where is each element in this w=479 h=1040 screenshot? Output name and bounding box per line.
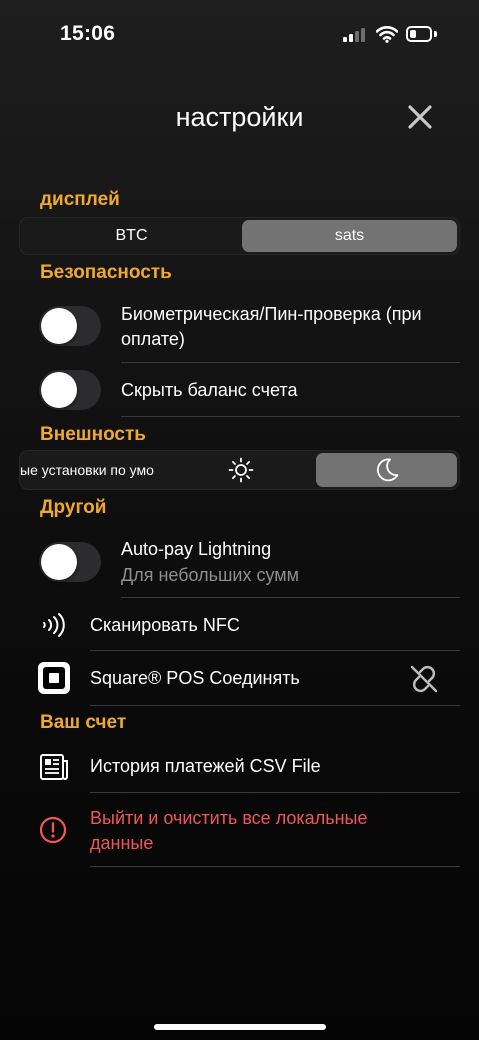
unit-segmented-control: BTC sats: [19, 217, 460, 255]
cellular-signal-icon: [343, 27, 367, 42]
divider: [90, 792, 460, 793]
biometric-label: Биометрическая/Пин-проверка (при оплате): [121, 304, 422, 349]
divider: [121, 597, 460, 598]
scan-nfc-button[interactable]: Сканировать NFC: [90, 613, 240, 638]
section-title-display: дисплей: [40, 189, 120, 210]
appearance-option-system[interactable]: ые установки по умо: [20, 453, 168, 487]
divider: [121, 416, 460, 417]
unlinked-icon[interactable]: [408, 664, 440, 694]
appearance-option-dark[interactable]: [316, 453, 457, 487]
battery-cap: [434, 31, 437, 37]
biometric-toggle[interactable]: [39, 306, 101, 346]
sun-icon: [228, 457, 254, 483]
autopay-toggle[interactable]: [39, 542, 101, 582]
wifi-icon: [376, 26, 398, 43]
section-title-security: Безопасность: [40, 262, 172, 283]
divider: [90, 650, 460, 651]
payment-history-csv-button[interactable]: История платежей CSV File: [90, 754, 321, 779]
toggle-knob: [41, 372, 77, 408]
hide-balance-label: Скрыть баланс счета: [121, 380, 298, 400]
close-icon[interactable]: [404, 101, 436, 133]
document-icon: [40, 754, 68, 780]
section-title-other: Другой: [40, 497, 107, 518]
square-pos-connect-button[interactable]: Square® POS Соединять: [90, 666, 300, 691]
logout-clear-data-button[interactable]: Выйти и очистить все локальные данные: [90, 806, 420, 856]
section-title-appearance: Внешность: [40, 424, 146, 445]
autopay-label: Auto-pay Lightning: [121, 539, 272, 559]
divider: [121, 362, 460, 363]
battery-icon: [406, 26, 432, 42]
divider: [90, 705, 460, 706]
home-indicator: [154, 1024, 326, 1030]
moon-icon: [376, 458, 398, 482]
section-title-account: Ваш счет: [40, 712, 127, 733]
toggle-knob: [41, 544, 77, 580]
status-time: 15:06: [60, 22, 116, 45]
divider: [90, 866, 460, 867]
square-logo-icon: [38, 662, 70, 694]
appearance-segmented-control: ые установки по умо: [19, 450, 460, 490]
hide-balance-toggle[interactable]: [39, 370, 101, 410]
toggle-knob: [41, 308, 77, 344]
unit-option-btc[interactable]: BTC: [22, 220, 241, 252]
alert-circle-icon: [39, 816, 67, 844]
autopay-sublabel: Для небольших сумм: [121, 565, 300, 585]
unit-option-sats[interactable]: sats: [242, 220, 457, 252]
appearance-option-light[interactable]: [168, 453, 314, 487]
nfc-icon: [43, 613, 65, 637]
